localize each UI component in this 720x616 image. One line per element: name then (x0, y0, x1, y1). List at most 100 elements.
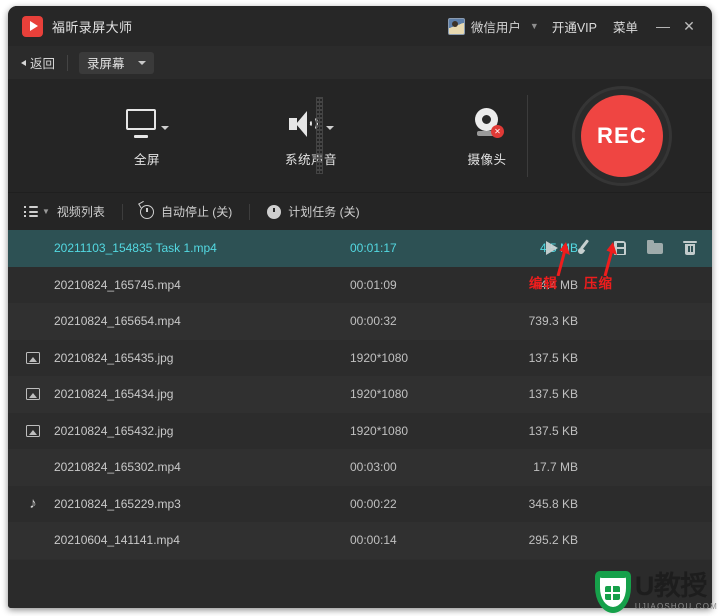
table-row[interactable]: 20210604_141141.mp4 00:00:14 295.2 KB (8, 522, 712, 559)
file-name: 20210824_165229.mp3 (54, 496, 181, 511)
image-icon (26, 351, 40, 364)
table-row[interactable]: 20210824_165434.jpg 1920*1080 137.5 KB (8, 376, 712, 413)
dotted-separator (316, 97, 323, 174)
capture-label-system-audio: 系统声音 (284, 152, 337, 167)
table-row[interactable]: 20210824_165432.jpg 1920*1080 137.5 KB (8, 412, 712, 449)
play-logo-icon (22, 15, 43, 37)
capture-option-camera[interactable]: ✕ 摄像头 (426, 104, 548, 168)
shield-logo-icon (593, 568, 633, 616)
chevron-down-icon[interactable]: ▼ (530, 21, 539, 31)
annotation-label-edit: 编辑 (529, 276, 558, 291)
file-duration: 00:01:17 (350, 241, 397, 256)
file-size: 295.2 KB (528, 533, 578, 548)
title-bar: 福昕录屏大师 微信用户 ▼ 开通VIP 菜单 — ✕ (8, 6, 712, 46)
file-name: 20210824_165302.mp4 (54, 460, 181, 475)
capture-option-fullscreen[interactable]: 全屏 (86, 104, 208, 168)
capture-toolbar: 全屏 系统声音 ✕ 摄像头 REC (8, 79, 712, 192)
file-name: 20210824_165432.jpg (54, 423, 174, 438)
list-tool-strip: ▼ 视频列表 自动停止 (关) 计划任务 (关) (8, 192, 712, 230)
camera-disabled-badge-icon: ✕ (491, 124, 504, 138)
user-name[interactable]: 微信用户 (471, 17, 521, 36)
image-icon (26, 424, 40, 437)
clock-icon (267, 204, 282, 219)
table-row[interactable]: ♪ 20210824_165229.mp3 00:00:22 345.8 KB (8, 485, 712, 522)
annotation-label-compress: 压缩 (584, 276, 613, 291)
file-duration: 1920*1080 (350, 423, 409, 438)
folder-icon[interactable] (647, 240, 663, 256)
file-type-icon-slot (16, 351, 50, 364)
music-note-icon: ♪ (29, 494, 37, 512)
scheduled-task-button[interactable]: 计划任务 (关) (267, 203, 360, 220)
alarm-clock-icon (139, 204, 154, 219)
watermark-text: U教授 UJIAOSHOU.COM (635, 573, 718, 611)
file-name: 20210824_165745.mp4 (54, 277, 181, 292)
file-duration: 00:00:22 (350, 496, 397, 511)
file-size: 137.5 KB (528, 350, 578, 365)
auto-stop-button[interactable]: 自动停止 (关) (139, 203, 233, 220)
minimize-icon[interactable]: — (652, 15, 674, 37)
list-icon (24, 206, 38, 217)
app-title: 福昕录屏大师 (52, 19, 133, 35)
file-duration: 00:03:00 (350, 460, 397, 475)
auto-stop-label: 自动停止 (关) (160, 205, 233, 219)
application-window: 福昕录屏大师 微信用户 ▼ 开通VIP 菜单 — ✕ 返回 录屏幕 全屏 系统声… (8, 6, 712, 608)
brush-icon[interactable] (576, 239, 593, 256)
record-button-label: REC (581, 95, 663, 177)
video-list-button[interactable]: ▼ 视频列表 (24, 203, 105, 220)
record-mode-value: 录屏幕 (87, 57, 125, 71)
mode-bar: 返回 录屏幕 (8, 46, 712, 79)
file-size: 17.7 MB (533, 460, 578, 475)
capture-label-fullscreen: 全屏 (133, 152, 160, 167)
file-duration: 00:00:32 (350, 314, 397, 329)
annotation-arrow-compress (603, 242, 617, 276)
record-button[interactable]: REC (572, 86, 672, 186)
file-type-icon-slot: ♪ (16, 494, 50, 512)
caret-down-icon[interactable] (160, 125, 169, 130)
strip-divider (121, 203, 123, 220)
camera-icon-row: ✕ (472, 104, 504, 138)
record-mode-dropdown[interactable]: 录屏幕 (79, 51, 154, 74)
file-duration: 1920*1080 (350, 350, 409, 365)
file-name: 20210824_165654.mp4 (54, 314, 181, 329)
file-size: 345.8 KB (528, 496, 578, 511)
back-arrow-icon (21, 59, 26, 66)
caret-down-icon (137, 60, 146, 65)
watermark-title: U教授 (634, 571, 708, 601)
monitor-icon (125, 108, 156, 138)
strip-divider (249, 203, 251, 220)
fullscreen-icon-row (125, 104, 169, 138)
close-icon[interactable]: ✕ (678, 15, 700, 37)
table-row[interactable]: 20210824_165654.mp4 00:00:32 739.3 KB (8, 303, 712, 340)
chevron-down-icon: ▼ (42, 207, 50, 216)
toolbar-divider (527, 95, 528, 177)
file-duration: 00:01:09 (350, 277, 397, 292)
system-audio-icon-row (288, 104, 334, 138)
camera-icon: ✕ (472, 107, 504, 138)
trash-icon[interactable] (682, 240, 698, 256)
watermark: U教授 UJIAOSHOU.COM (593, 568, 718, 616)
table-row[interactable]: 20210824_165302.mp4 00:03:00 17.7 MB (8, 449, 712, 486)
back-button[interactable]: 返回 (21, 53, 55, 72)
table-row[interactable]: 20210824_165435.jpg 1920*1080 137.5 KB (8, 339, 712, 376)
file-name: 20210824_165434.jpg (54, 387, 174, 402)
file-type-icon-slot (16, 388, 50, 401)
file-name: 20210604_141141.mp4 (54, 533, 180, 548)
capture-label-camera: 摄像头 (467, 152, 507, 167)
file-duration: 00:00:14 (350, 533, 397, 548)
mode-divider (67, 54, 69, 71)
image-icon (26, 388, 40, 401)
avatar[interactable] (447, 17, 465, 35)
file-size: 137.5 KB (528, 423, 578, 438)
file-name: 20211103_154835 Task 1.mp4 (54, 241, 217, 256)
capture-option-system-audio[interactable]: 系统声音 (250, 104, 372, 168)
video-list-label: 视频列表 (56, 205, 105, 219)
file-type-icon-slot (16, 424, 50, 437)
title-bar-right-controls: 微信用户 ▼ 开通VIP 菜单 — ✕ (447, 15, 700, 37)
file-name: 20210824_165435.jpg (54, 350, 174, 365)
file-size: 739.3 KB (528, 314, 578, 329)
caret-down-icon[interactable] (325, 125, 334, 130)
watermark-subtitle: UJIAOSHOU.COM (634, 602, 718, 611)
open-vip-button[interactable]: 开通VIP (552, 17, 597, 36)
menu-button[interactable]: 菜单 (613, 17, 638, 36)
file-size: 137.5 KB (528, 387, 578, 402)
